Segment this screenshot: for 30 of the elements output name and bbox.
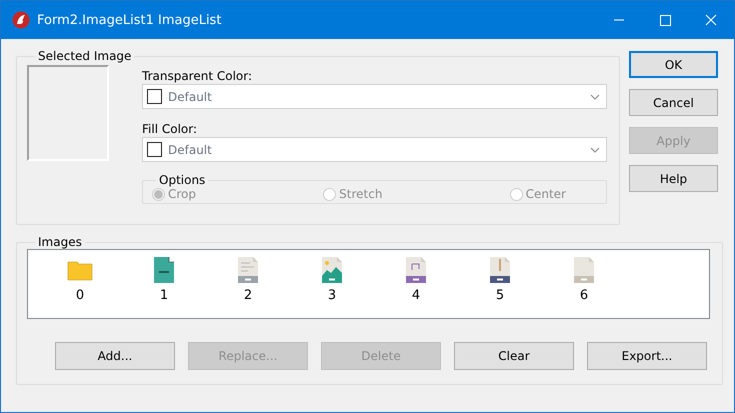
group-title: Images	[37, 235, 83, 249]
dialog-button[interactable]: OK	[629, 51, 718, 78]
image-index: 4	[412, 288, 420, 303]
file-icon[interactable]	[489, 256, 511, 284]
color-dropdown[interactable]: Default	[142, 84, 607, 109]
image-index: 1	[160, 288, 168, 303]
color-swatch-icon	[147, 142, 162, 157]
file-icon[interactable]	[321, 256, 343, 284]
caret-icon	[590, 146, 600, 152]
image-index: 6	[580, 288, 588, 303]
file-icon[interactable]	[153, 256, 175, 284]
app-icon	[12, 11, 30, 29]
image-index: 3	[328, 288, 336, 303]
list-button[interactable]: Clear	[454, 342, 574, 370]
image-index: 2	[244, 288, 252, 303]
dialog-button[interactable]: Cancel	[629, 89, 718, 116]
field-label: Fill Color:	[142, 122, 198, 137]
color-swatch-icon	[147, 89, 162, 104]
file-icon[interactable]	[405, 256, 427, 284]
caret-icon	[590, 94, 600, 100]
group-title: Options	[158, 173, 206, 187]
group-title: Selected Image	[37, 49, 132, 63]
image-index: 0	[76, 288, 84, 303]
dialog-button[interactable]: Help	[629, 165, 718, 192]
window-title: Form2.ImageList1 ImageList	[37, 12, 222, 28]
list-button[interactable]: Export...	[587, 342, 707, 370]
color-dropdown[interactable]: Default	[142, 137, 607, 162]
image-index: 5	[496, 288, 504, 303]
list-button[interactable]: Add...	[55, 342, 175, 370]
field-label: Transparent Color:	[142, 69, 254, 84]
